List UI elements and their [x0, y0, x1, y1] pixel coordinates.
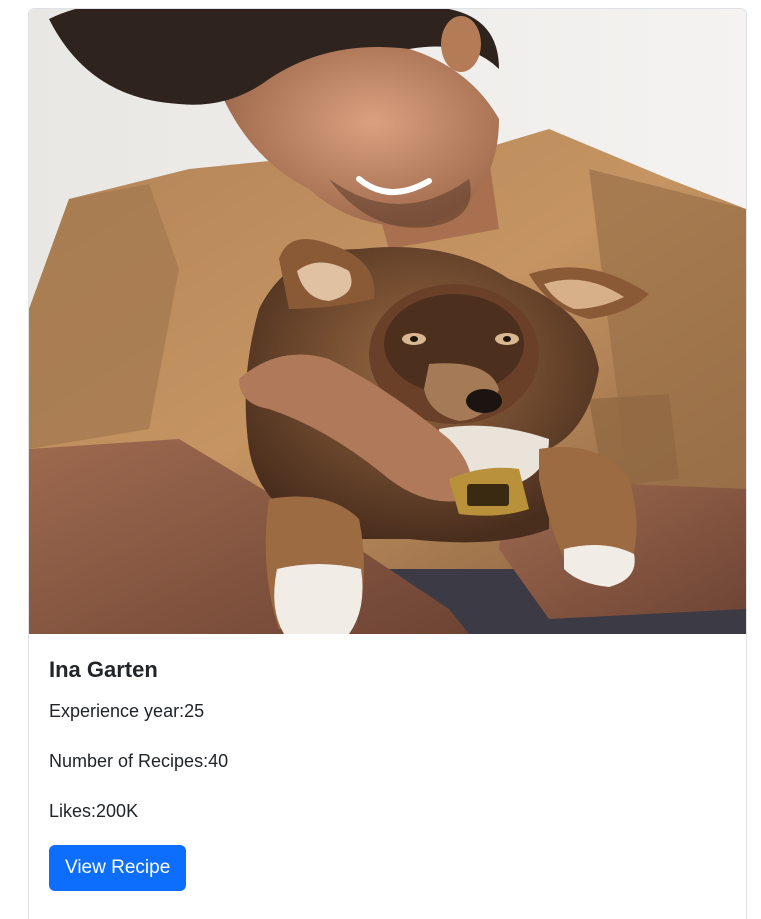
- experience-text: Experience year:25: [49, 698, 204, 724]
- recipes-text: Number of Recipes:40: [49, 748, 228, 774]
- experience-label: Experience year:: [49, 701, 185, 721]
- recipes-label: Number of Recipes:: [49, 751, 209, 771]
- chef-photo: [29, 9, 746, 634]
- likes-value: 200K: [96, 801, 139, 821]
- experience-value: 25: [184, 701, 205, 721]
- chef-name: Ina Garten: [49, 657, 158, 682]
- likes-text: Likes:200K: [49, 798, 138, 824]
- card-body: Ina Garten Experience year:25 Number of …: [49, 654, 726, 891]
- view-recipe-button[interactable]: View Recipe: [49, 845, 187, 891]
- recipes-value: 40: [208, 751, 229, 771]
- likes-label: Likes:: [49, 801, 97, 821]
- chef-card: Ina Garten Experience year:25 Number of …: [28, 8, 747, 919]
